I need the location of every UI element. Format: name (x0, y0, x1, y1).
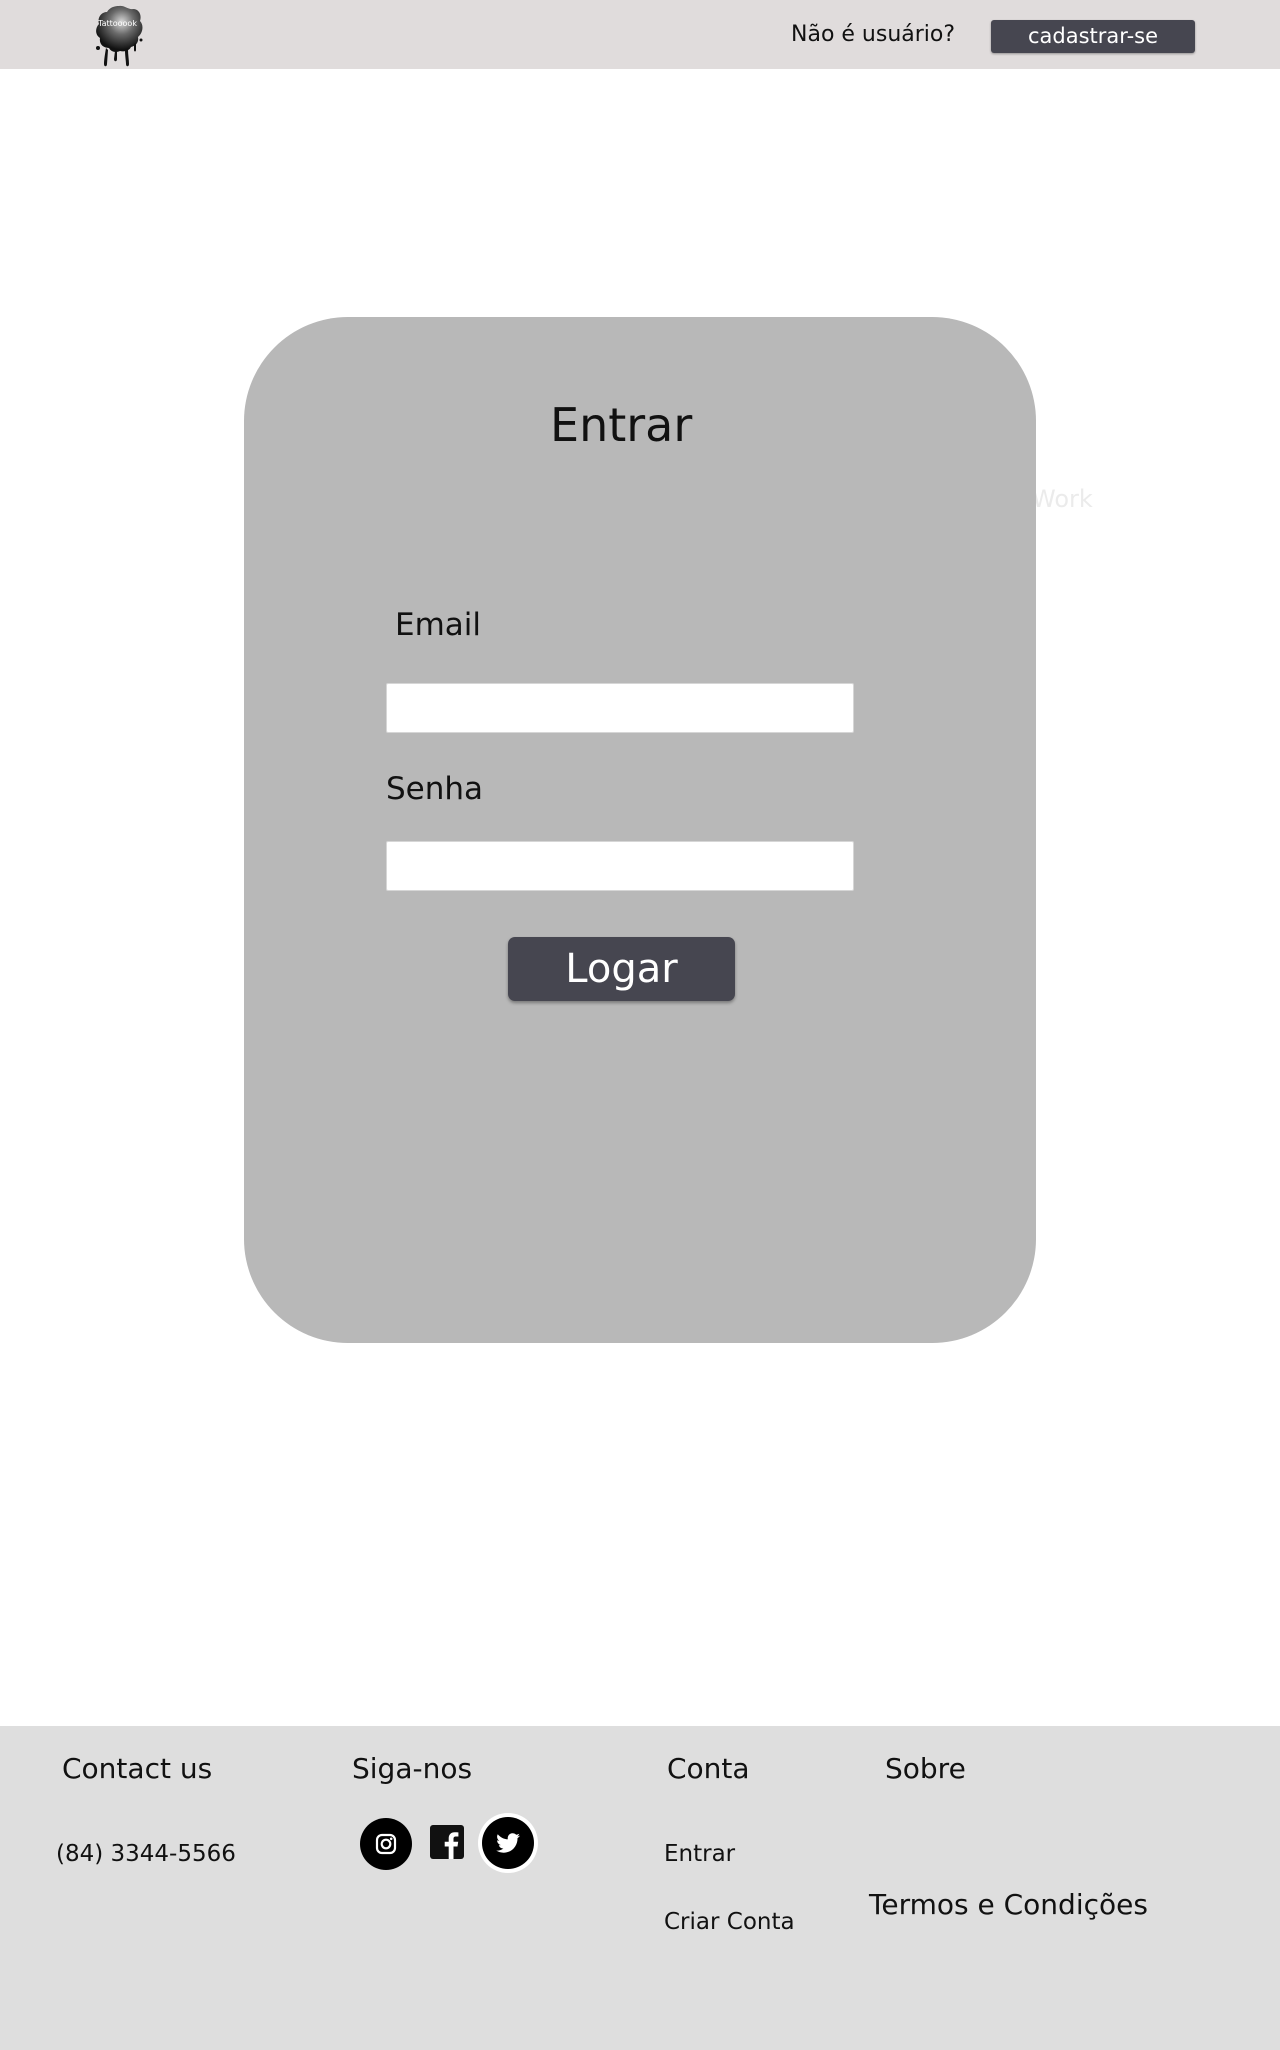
not-user-prompt: Não é usuário? (791, 22, 956, 47)
footer-link-terms[interactable]: Termos e Condições (869, 1888, 1148, 1921)
facebook-icon[interactable] (430, 1825, 464, 1859)
footer-link-entrar[interactable]: Entrar (664, 1841, 735, 1867)
footer-contact-heading: Contact us (62, 1752, 213, 1785)
twitter-icon[interactable] (482, 1817, 534, 1869)
password-input[interactable] (386, 841, 854, 891)
faint-background-text: Work (1032, 485, 1093, 513)
footer-follow-heading: Siga-nos (352, 1752, 473, 1785)
signup-button[interactable]: cadastrar-se (991, 20, 1195, 53)
logo-text: Tattooook (98, 19, 137, 28)
footer-link-criar-conta[interactable]: Criar Conta (664, 1909, 795, 1935)
site-logo[interactable]: Tattooook (92, 4, 146, 68)
footer-account-heading: Conta (667, 1752, 750, 1785)
login-button[interactable]: Logar (508, 937, 735, 1001)
email-label: Email (395, 607, 482, 643)
footer-about-heading: Sobre (885, 1752, 966, 1785)
instagram-icon[interactable] (360, 1818, 412, 1870)
footer-phone: (84) 3344-5566 (56, 1841, 236, 1867)
email-input[interactable] (386, 683, 854, 733)
password-label: Senha (386, 771, 484, 807)
ink-splat-logo-icon (96, 5, 143, 67)
top-navbar: Tattooook Não é usuário? cadastrar-se (0, 0, 1280, 69)
login-title: Entrar (550, 398, 693, 452)
login-card (244, 317, 1036, 1343)
